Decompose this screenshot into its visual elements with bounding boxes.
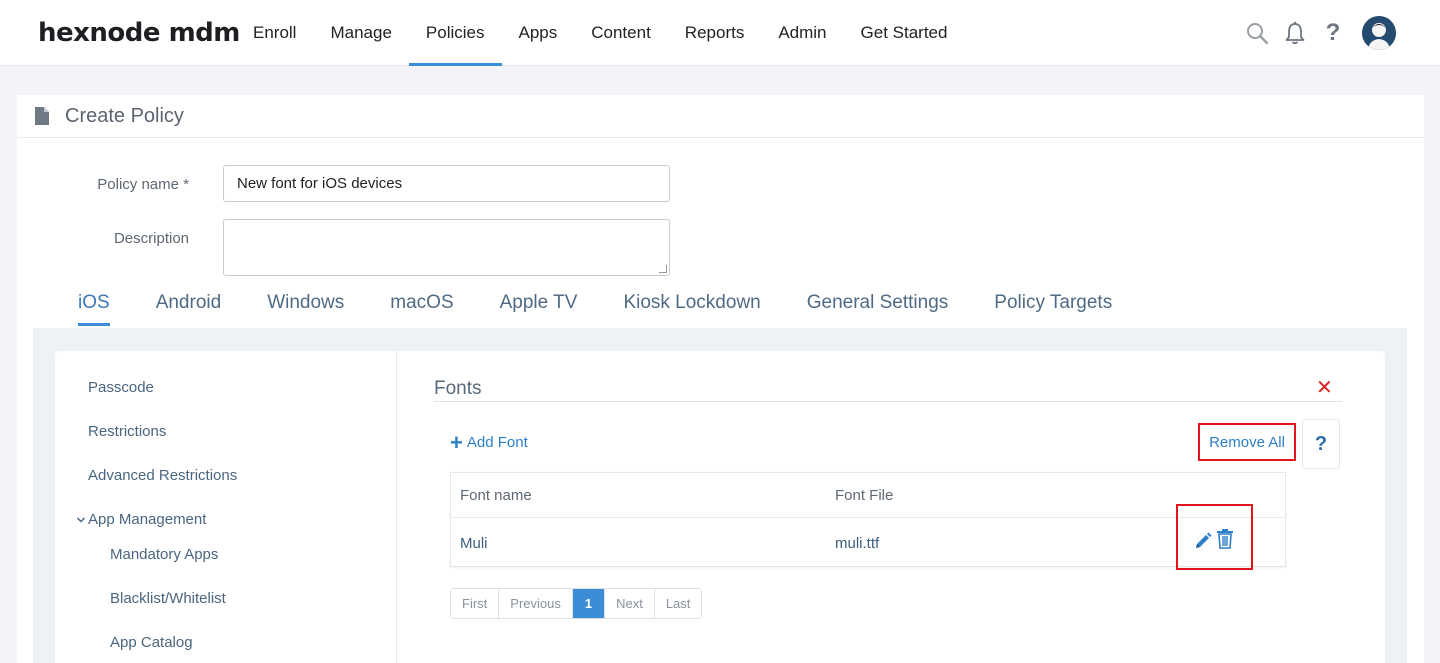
sidebar-item-restrictions[interactable]: Restrictions — [88, 423, 166, 440]
font-name-cell: Muli — [460, 535, 488, 552]
column-header-font-name: Font name — [460, 487, 532, 504]
nav-reports[interactable]: Reports — [668, 0, 762, 66]
tab-android[interactable]: Android — [140, 292, 238, 328]
font-file-cell: muli.ttf — [835, 535, 880, 552]
top-icons: ? — [1244, 16, 1396, 50]
fonts-table: Font name Font File Muli muli.ttf — [450, 472, 1286, 567]
ios-settings-panel: Passcode Restrictions Advanced Restricti… — [55, 351, 1385, 663]
header-divider — [451, 517, 1285, 518]
pagination: First Previous 1 Next Last — [450, 588, 703, 619]
sidebar-item-passcode[interactable]: Passcode — [88, 379, 154, 396]
add-font-button[interactable]: + Add Font — [450, 430, 528, 455]
nav-content[interactable]: Content — [574, 0, 668, 66]
nav-admin[interactable]: Admin — [761, 0, 843, 66]
document-icon — [35, 107, 49, 125]
nav-apps[interactable]: Apps — [502, 0, 575, 66]
pagination-first[interactable]: First — [451, 589, 500, 618]
bell-icon[interactable] — [1282, 18, 1308, 48]
tab-ios[interactable]: iOS — [62, 292, 126, 328]
tab-general-settings[interactable]: General Settings — [791, 292, 965, 328]
policy-name-label: Policy name * — [97, 176, 189, 193]
close-section-icon[interactable]: ✕ — [1316, 375, 1333, 400]
os-tabs: iOS Android Windows macOS Apple TV Kiosk… — [33, 292, 1407, 328]
edit-icon[interactable] — [1194, 532, 1212, 550]
card-header: Create Policy — [17, 95, 1424, 138]
help-icon[interactable]: ? — [1320, 18, 1346, 48]
fonts-section-title: Fonts — [434, 378, 482, 399]
avatar[interactable] — [1362, 16, 1396, 50]
description-row: Description — [17, 219, 670, 276]
sidebar-item-label: App Management — [88, 511, 207, 528]
sidebar-subitem-app-catalog[interactable]: App Catalog — [110, 634, 193, 651]
nav-manage[interactable]: Manage — [313, 0, 408, 66]
nav-get-started[interactable]: Get Started — [844, 0, 965, 66]
sidebar-item-advanced-restrictions[interactable]: Advanced Restrictions — [88, 467, 237, 484]
sidebar-item-app-management[interactable]: App Management — [76, 511, 206, 528]
trash-icon[interactable] — [1217, 529, 1233, 549]
tab-kiosk-lockdown[interactable]: Kiosk Lockdown — [607, 292, 776, 328]
top-navbar: hexnode mdm Enroll Manage Policies Apps … — [0, 0, 1440, 66]
policy-name-row: Policy name * New font for iOS devices — [17, 165, 670, 202]
tab-windows[interactable]: Windows — [251, 292, 360, 328]
description-label: Description — [113, 230, 189, 247]
section-divider — [434, 401, 1342, 402]
plus-icon: + — [450, 430, 463, 455]
create-policy-card: Create Policy Policy name * New font for… — [17, 95, 1424, 663]
resize-handle[interactable] — [659, 265, 667, 273]
add-font-label: Add Font — [466, 434, 528, 451]
fonts-help-button[interactable]: ? — [1302, 419, 1340, 469]
column-header-font-file: Font File — [835, 487, 894, 504]
search-icon[interactable] — [1244, 18, 1270, 48]
pagination-next[interactable]: Next — [605, 589, 655, 618]
page-title: Create Policy — [65, 104, 184, 127]
remove-all-button[interactable]: Remove All — [1198, 423, 1296, 461]
chevron-down-icon — [76, 516, 86, 523]
tab-apple-tv[interactable]: Apple TV — [484, 292, 594, 328]
tab-macos[interactable]: macOS — [374, 292, 469, 328]
nav-enroll[interactable]: Enroll — [236, 0, 313, 66]
pagination-previous[interactable]: Previous — [499, 589, 573, 618]
policy-name-input[interactable]: New font for iOS devices — [223, 165, 670, 202]
sidebar-subitem-blacklist-whitelist[interactable]: Blacklist/Whitelist — [110, 590, 226, 607]
main-nav: Enroll Manage Policies Apps Content Repo… — [236, 0, 964, 66]
pagination-current-page[interactable]: 1 — [572, 589, 606, 618]
sidebar-subitem-mandatory-apps[interactable]: Mandatory Apps — [110, 546, 218, 563]
brand-logo[interactable]: hexnode mdm — [38, 18, 240, 48]
settings-sidebar: Passcode Restrictions Advanced Restricti… — [55, 351, 397, 663]
row-actions-highlight — [1176, 504, 1253, 570]
pagination-last[interactable]: Last — [654, 589, 702, 618]
nav-policies[interactable]: Policies — [408, 0, 502, 66]
tab-policy-targets[interactable]: Policy Targets — [978, 292, 1128, 328]
description-textarea[interactable] — [223, 219, 670, 276]
